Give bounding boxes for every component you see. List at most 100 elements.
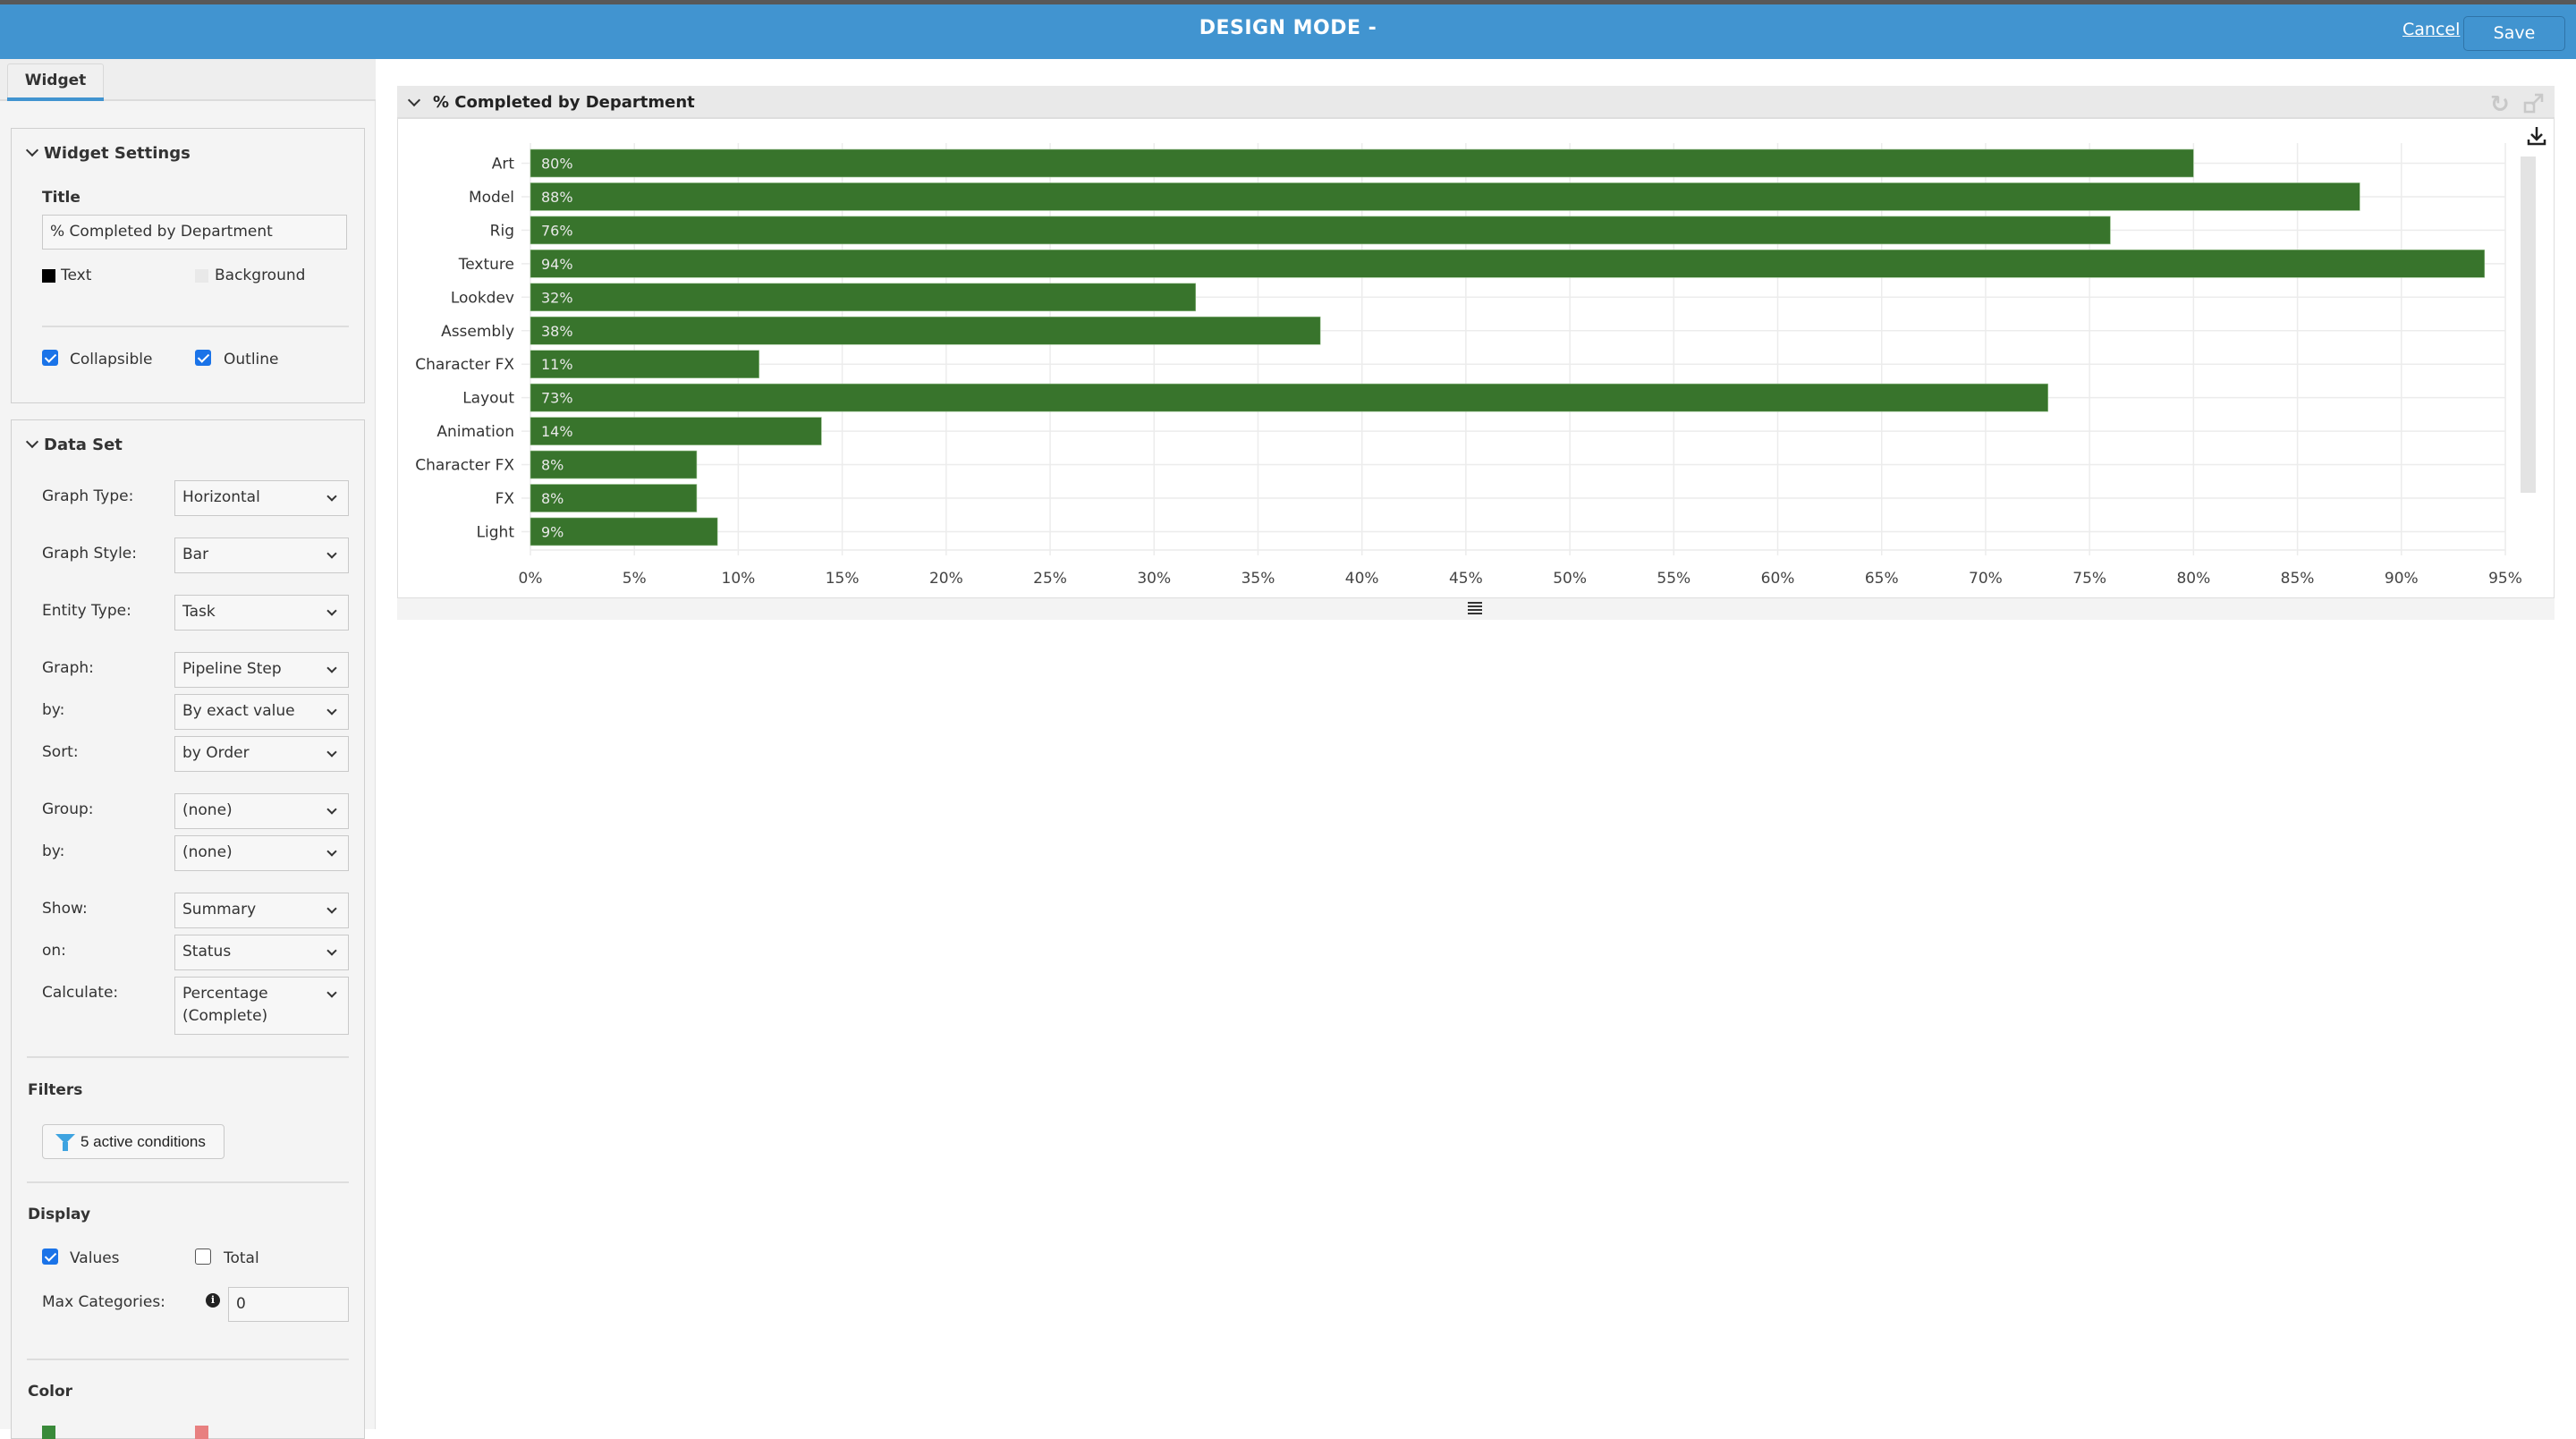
x-tick-label: 80%	[2176, 570, 2210, 588]
category-label: Lookdev	[451, 289, 514, 307]
tab-widget[interactable]: Widget	[7, 63, 104, 101]
x-tick-label: 45%	[1449, 570, 1483, 588]
sort-select[interactable]: by Order	[174, 736, 349, 772]
x-tick-label: 50%	[1553, 570, 1587, 588]
cancel-link[interactable]: Cancel	[2402, 20, 2460, 39]
chevron-down-icon	[326, 903, 337, 914]
group-select[interactable]: (none)	[174, 793, 349, 829]
group-by-label: by:	[42, 842, 65, 860]
bar[interactable]	[530, 216, 2111, 245]
background-color-swatch[interactable]	[195, 269, 208, 283]
outline-checkbox[interactable]	[195, 350, 211, 366]
graph-by-value: By exact value	[182, 702, 295, 720]
on-value: Status	[182, 943, 232, 961]
group-label: Group:	[42, 800, 94, 818]
data-set-heading: Data Set	[44, 436, 123, 454]
value-label: 76%	[541, 222, 573, 239]
calculate-value: Percentage	[182, 985, 268, 1003]
group-by-select[interactable]: (none)	[174, 835, 349, 871]
graph-type-select[interactable]: Horizontal	[174, 480, 349, 516]
text-color-label: Text	[61, 267, 92, 284]
bar[interactable]	[530, 250, 2486, 278]
title-input[interactable]: % Completed by Department	[42, 215, 347, 250]
x-tick-label: 25%	[1033, 570, 1067, 588]
value-label: 73%	[541, 390, 573, 407]
chevron-down-icon	[407, 93, 421, 107]
page-title: DESIGN MODE -	[1199, 17, 1377, 39]
bar[interactable]	[530, 182, 2360, 211]
graph-by-select[interactable]: By exact value	[174, 694, 349, 730]
x-tick-label: 40%	[1345, 570, 1379, 588]
widget-settings-heading: Widget Settings	[44, 144, 191, 163]
x-tick-label: 85%	[2281, 570, 2315, 588]
values-checkbox[interactable]	[42, 1249, 58, 1265]
refresh-icon[interactable]: ↻	[2490, 91, 2510, 118]
max-categories-input[interactable]: 0	[228, 1287, 349, 1322]
graph-style-value: Bar	[182, 546, 209, 563]
drag-handle-icon[interactable]	[1468, 602, 1482, 616]
category-label: Layout	[462, 390, 514, 408]
filters-heading: Filters	[28, 1081, 83, 1099]
entity-type-label: Entity Type:	[42, 602, 131, 620]
widget-settings-section	[11, 128, 365, 403]
x-tick-label: 90%	[2385, 570, 2419, 588]
x-tick-label: 20%	[929, 570, 963, 588]
value-label: 8%	[541, 490, 564, 507]
bar[interactable]	[530, 316, 1321, 345]
value-label: 80%	[541, 156, 573, 173]
value-label: 88%	[541, 189, 573, 206]
x-tick-label: 10%	[722, 570, 756, 588]
show-select[interactable]: Summary	[174, 893, 349, 928]
save-button[interactable]: Save	[2463, 16, 2565, 51]
calculate-select[interactable]: Percentage (Complete)	[174, 977, 349, 1035]
on-label: on:	[42, 942, 66, 960]
x-tick-label: 0%	[519, 570, 543, 588]
category-label: Light	[477, 523, 515, 541]
text-color-swatch[interactable]	[42, 269, 55, 283]
graph-type-value: Horizontal	[182, 488, 260, 506]
color-swatch-incomplete[interactable]	[195, 1426, 208, 1439]
chevron-down-icon	[326, 491, 337, 502]
download-icon[interactable]	[2527, 125, 2546, 147]
chevron-down-icon	[326, 747, 337, 758]
x-tick-label: 55%	[1657, 570, 1690, 588]
chevron-down-icon	[326, 663, 337, 673]
chevron-down-icon	[326, 804, 337, 815]
widget-settings-toggle[interactable]: Widget Settings	[25, 143, 191, 163]
widget-collapse-toggle[interactable]	[407, 93, 426, 112]
total-checkbox[interactable]	[195, 1249, 211, 1265]
graph-style-select[interactable]: Bar	[174, 538, 349, 573]
show-value: Summary	[182, 901, 257, 918]
category-label: Art	[492, 156, 515, 174]
max-categories-label: Max Categories:	[42, 1293, 165, 1311]
values-label: Values	[70, 1249, 120, 1267]
bar[interactable]	[530, 417, 822, 445]
info-icon[interactable]: i	[206, 1293, 220, 1308]
graph-select[interactable]: Pipeline Step	[174, 652, 349, 688]
chevron-down-icon	[326, 945, 337, 956]
entity-type-select[interactable]: Task	[174, 595, 349, 631]
group-value: (none)	[182, 801, 233, 819]
chart-scrollbar[interactable]	[2521, 157, 2536, 493]
x-tick-label: 75%	[2072, 570, 2106, 588]
on-select[interactable]: Status	[174, 935, 349, 970]
x-tick-label: 30%	[1137, 570, 1171, 588]
collapsible-checkbox[interactable]	[42, 350, 58, 366]
color-swatch-complete[interactable]	[42, 1426, 55, 1439]
filter-conditions-button[interactable]: 5 active conditions	[42, 1124, 225, 1159]
group-by-value: (none)	[182, 843, 233, 861]
calculate-value-line2: (Complete)	[182, 1007, 268, 1025]
outline-label: Outline	[224, 351, 279, 368]
data-set-toggle[interactable]: Data Set	[25, 435, 123, 454]
bar[interactable]	[530, 383, 2048, 412]
category-label: Animation	[436, 423, 514, 441]
x-tick-label: 65%	[1865, 570, 1899, 588]
x-tick-label: 5%	[623, 570, 647, 588]
value-label: 11%	[541, 356, 573, 373]
category-label: Character FX	[415, 457, 514, 475]
category-label: Assembly	[441, 323, 514, 341]
bar[interactable]	[530, 283, 1197, 312]
bar[interactable]	[530, 148, 2194, 178]
value-label: 14%	[541, 423, 573, 440]
expand-icon[interactable]	[2523, 93, 2545, 114]
